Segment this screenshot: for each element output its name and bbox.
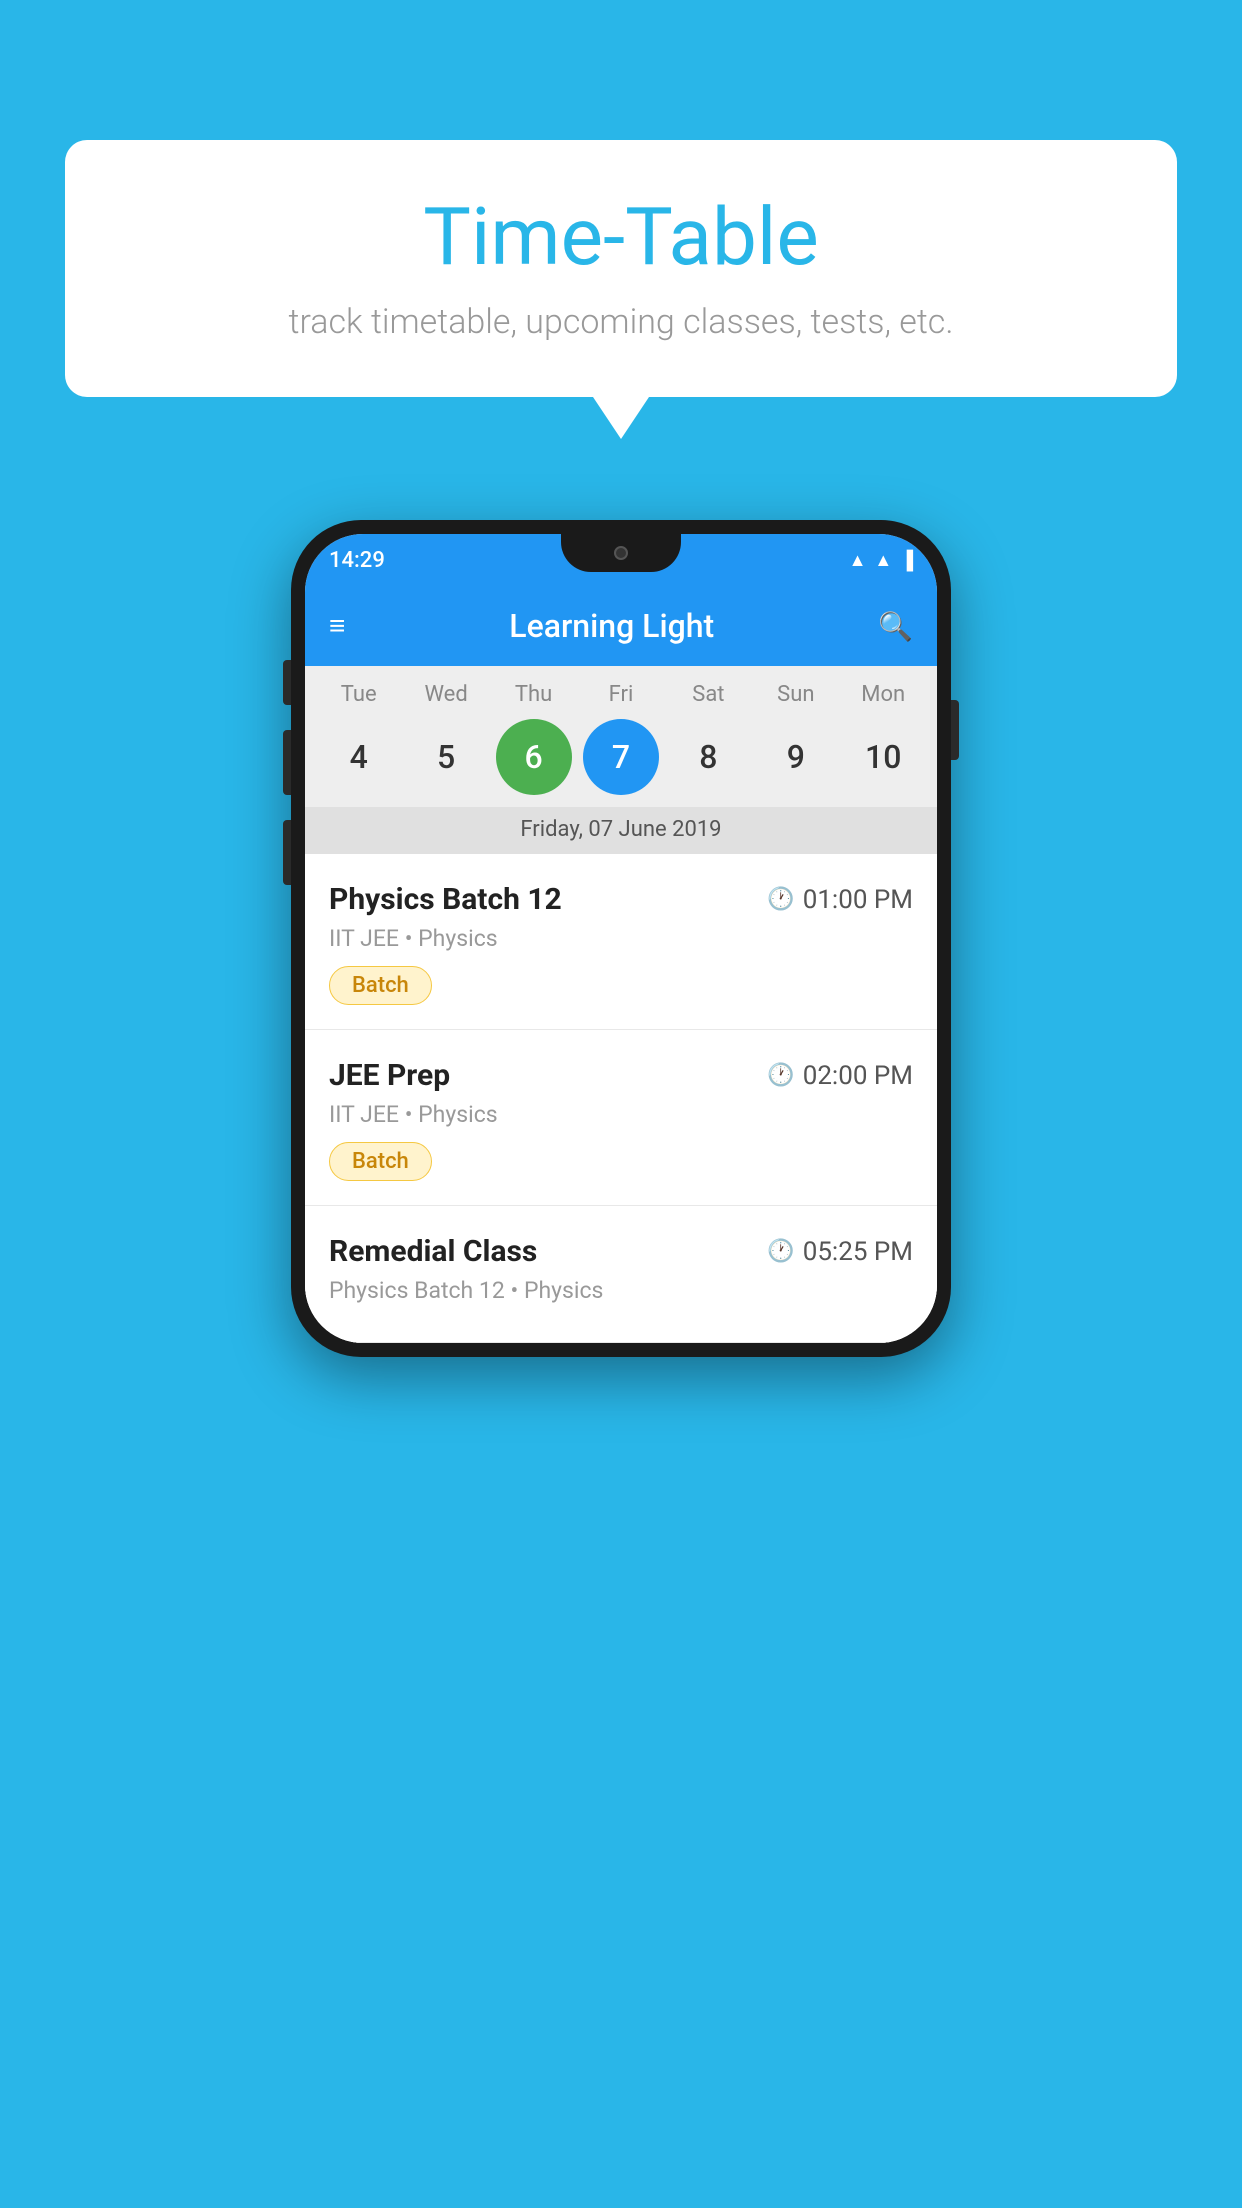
camera xyxy=(614,546,628,560)
batch-tag-2[interactable]: Batch xyxy=(329,1142,432,1181)
clock-icon-1: 🕐 xyxy=(767,887,794,912)
wifi-icon: ▲ xyxy=(849,550,867,571)
day-label-mon: Mon xyxy=(845,682,921,707)
battery-icon: ▐ xyxy=(900,550,913,571)
day-label-thu: Thu xyxy=(496,682,572,707)
bubble-title: Time-Table xyxy=(125,190,1117,284)
day-8[interactable]: 8 xyxy=(670,719,746,795)
batch-tag-1[interactable]: Batch xyxy=(329,966,432,1005)
schedule-title-2: JEE Prep xyxy=(329,1058,450,1093)
schedule-item-1-header: Physics Batch 12 🕐 01:00 PM xyxy=(329,882,913,917)
power-button xyxy=(951,700,959,760)
time-value-3: 05:25 PM xyxy=(803,1237,913,1267)
time-value-2: 02:00 PM xyxy=(803,1061,913,1091)
notch xyxy=(561,534,681,572)
day-label-tue: Tue xyxy=(321,682,397,707)
schedule-subtitle-1: IIT JEE • Physics xyxy=(329,925,913,952)
schedule-item-2-header: JEE Prep 🕐 02:00 PM xyxy=(329,1058,913,1093)
selected-date-label: Friday, 07 June 2019 xyxy=(305,807,937,854)
menu-icon[interactable]: ≡ xyxy=(329,612,345,640)
schedule-title-1: Physics Batch 12 xyxy=(329,882,562,917)
status-icons: ▲ ▲ ▐ xyxy=(849,550,913,571)
day-labels: Tue Wed Thu Fri Sat Sun Mon xyxy=(305,682,937,715)
clock-icon-3: 🕐 xyxy=(767,1239,794,1264)
phone-frame: 14:29 ▲ ▲ ▐ ≡ Learning Light 🔍 Tue Wed T… xyxy=(291,520,951,1357)
status-time: 14:29 xyxy=(329,548,385,573)
time-value-1: 01:00 PM xyxy=(803,885,913,915)
schedule-list: Physics Batch 12 🕐 01:00 PM IIT JEE • Ph… xyxy=(305,854,937,1343)
volume-up-button xyxy=(283,660,291,705)
day-label-sat: Sat xyxy=(670,682,746,707)
speech-bubble-container: Time-Table track timetable, upcoming cla… xyxy=(65,140,1177,397)
schedule-item-1[interactable]: Physics Batch 12 🕐 01:00 PM IIT JEE • Ph… xyxy=(305,854,937,1030)
day-10[interactable]: 10 xyxy=(845,719,921,795)
day-9[interactable]: 9 xyxy=(758,719,834,795)
day-label-wed: Wed xyxy=(408,682,484,707)
search-icon[interactable]: 🔍 xyxy=(878,610,913,643)
signal-icon: ▲ xyxy=(874,550,892,571)
speech-bubble: Time-Table track timetable, upcoming cla… xyxy=(65,140,1177,397)
day-label-sun: Sun xyxy=(758,682,834,707)
schedule-item-3-header: Remedial Class 🕐 05:25 PM xyxy=(329,1234,913,1269)
day-4[interactable]: 4 xyxy=(321,719,397,795)
calendar-header: Tue Wed Thu Fri Sat Sun Mon 4 5 6 7 8 9 … xyxy=(305,666,937,854)
day-5[interactable]: 5 xyxy=(408,719,484,795)
schedule-time-1: 🕐 01:00 PM xyxy=(767,885,913,915)
day-numbers: 4 5 6 7 8 9 10 xyxy=(305,715,937,807)
app-title: Learning Light xyxy=(345,607,878,645)
phone-screen: 14:29 ▲ ▲ ▐ ≡ Learning Light 🔍 Tue Wed T… xyxy=(305,534,937,1343)
day-label-fri: Fri xyxy=(583,682,659,707)
schedule-title-3: Remedial Class xyxy=(329,1234,537,1269)
silent-button xyxy=(283,820,291,885)
clock-icon-2: 🕐 xyxy=(767,1063,794,1088)
schedule-item-2[interactable]: JEE Prep 🕐 02:00 PM IIT JEE • Physics Ba… xyxy=(305,1030,937,1206)
schedule-item-3[interactable]: Remedial Class 🕐 05:25 PM Physics Batch … xyxy=(305,1206,937,1343)
volume-down-button xyxy=(283,730,291,795)
day-6-today[interactable]: 6 xyxy=(496,719,572,795)
schedule-subtitle-3: Physics Batch 12 • Physics xyxy=(329,1277,913,1304)
app-bar: ≡ Learning Light 🔍 xyxy=(305,586,937,666)
status-bar: 14:29 ▲ ▲ ▐ xyxy=(305,534,937,586)
schedule-time-3: 🕐 05:25 PM xyxy=(767,1237,913,1267)
schedule-subtitle-2: IIT JEE • Physics xyxy=(329,1101,913,1128)
bubble-subtitle: track timetable, upcoming classes, tests… xyxy=(125,302,1117,342)
schedule-time-2: 🕐 02:00 PM xyxy=(767,1061,913,1091)
day-7-selected[interactable]: 7 xyxy=(583,719,659,795)
